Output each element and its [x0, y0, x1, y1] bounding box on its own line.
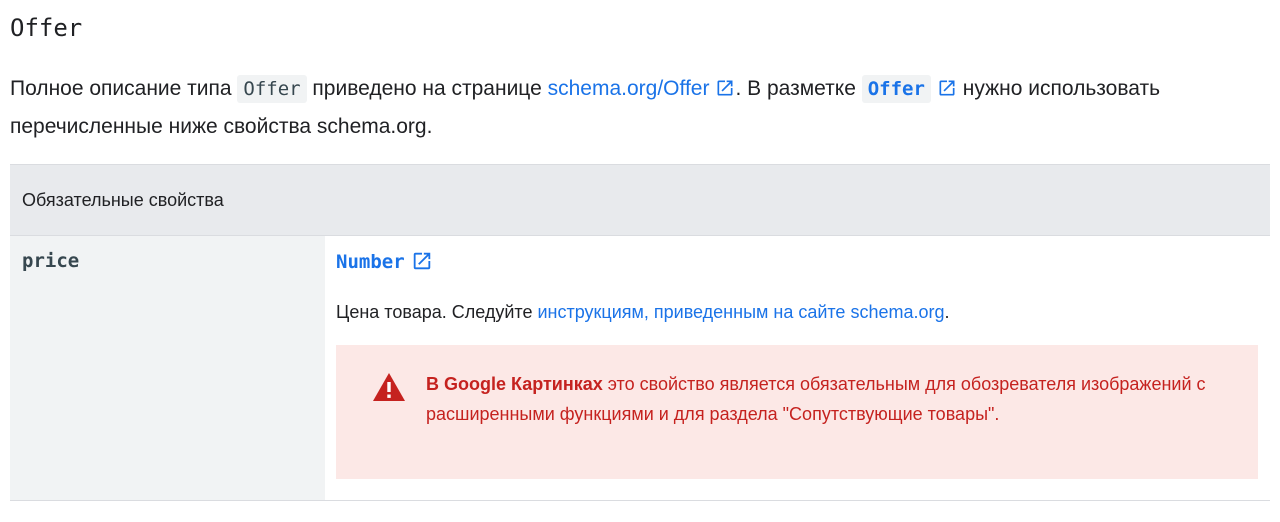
- external-link-icon: [715, 78, 735, 98]
- external-link-icon: [937, 78, 957, 98]
- warning-text: В Google Картинках это свойство является…: [426, 374, 1206, 424]
- inline-code-offer: Offer: [237, 75, 307, 103]
- schema-offer-link[interactable]: schema.org/Offer: [548, 77, 736, 100]
- intro-text: приведено на странице: [306, 77, 548, 100]
- section-title: Offer: [10, 14, 83, 42]
- warning-icon: [372, 372, 406, 402]
- properties-table: Обязательные свойства price Number Цена …: [10, 164, 1270, 501]
- offer-code-link[interactable]: Offer: [861, 75, 931, 103]
- intro-paragraph: Полное описание типа Offer приведено на …: [10, 70, 1260, 145]
- intro-text: Полное описание типа: [10, 77, 238, 100]
- warning-bold-text: В Google Картинках: [426, 374, 603, 394]
- intro-text: . В разметке: [735, 77, 862, 100]
- table-row: price Number Цена товара. Следуйте инстр…: [10, 236, 1270, 500]
- schema-offer-link-label: schema.org/Offer: [547, 77, 710, 100]
- schema-instructions-link[interactable]: инструкциям, приведенным на сайте schema…: [537, 302, 944, 322]
- offer-external-link[interactable]: [931, 77, 957, 100]
- property-description: Цена товара. Следуйте инструкциям, приве…: [336, 300, 1258, 324]
- warning-callout: В Google Картинках это свойство является…: [336, 345, 1258, 479]
- external-link-icon: [411, 250, 433, 272]
- property-name: price: [10, 236, 325, 500]
- table-header: Обязательные свойства: [10, 165, 1270, 236]
- type-number-link[interactable]: Number: [336, 251, 433, 273]
- description-text: Цена товара. Следуйте: [336, 302, 538, 322]
- property-type: Number: [336, 250, 1258, 274]
- property-description-cell: Number Цена товара. Следуйте инструкциям…: [325, 236, 1270, 500]
- description-text: .: [944, 302, 950, 322]
- type-number-label: Number: [336, 251, 405, 273]
